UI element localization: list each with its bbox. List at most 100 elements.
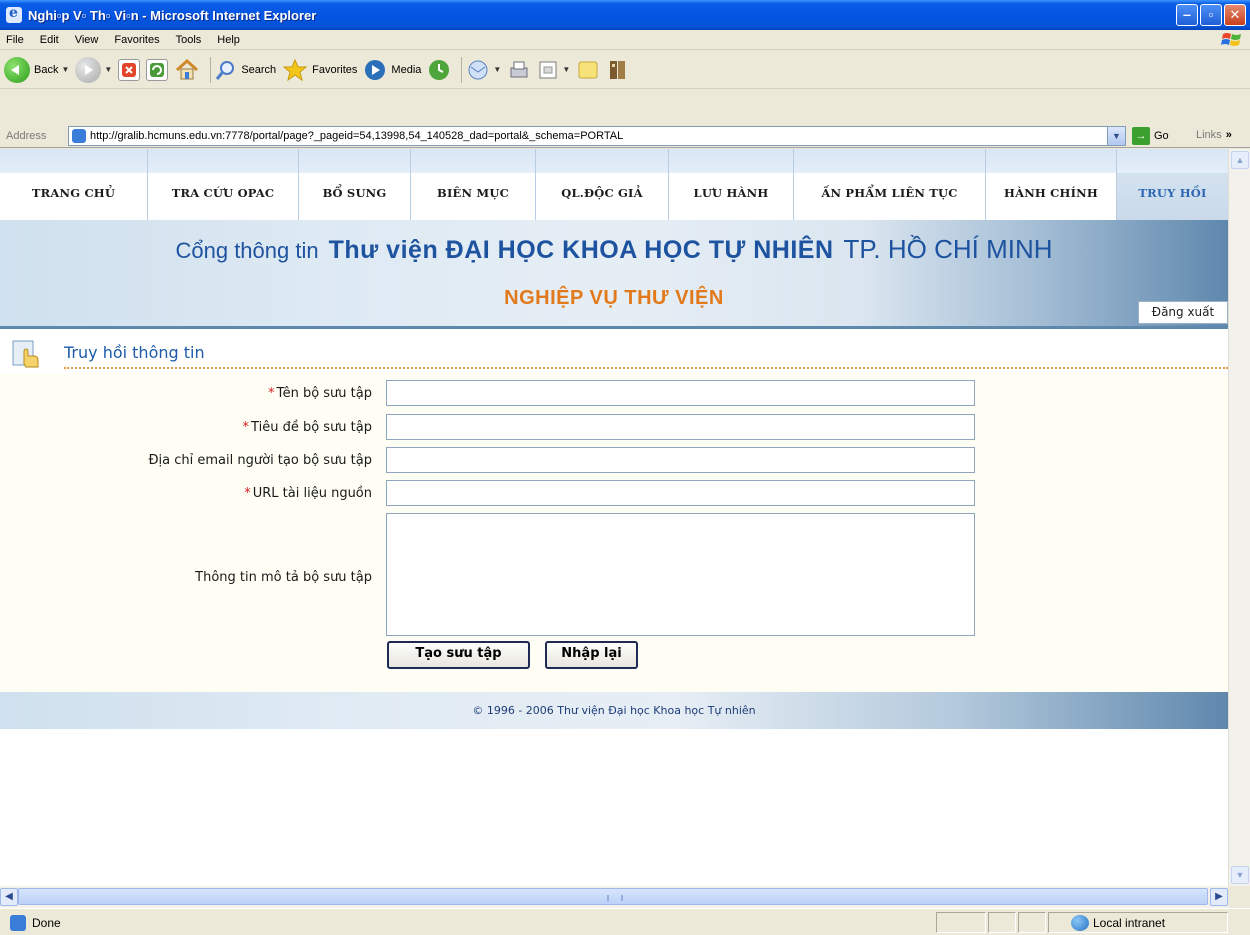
back-dropdown-icon[interactable]: ▼ xyxy=(61,65,69,74)
edit-page-icon xyxy=(539,61,557,78)
section-header: Truy hồi thông tin xyxy=(0,326,1228,374)
menu-help[interactable]: Help xyxy=(209,34,248,46)
window-titlebar[interactable]: Nghi▫p V▫ Th▫ Vi▫n - Microsoft Internet … xyxy=(0,0,1250,30)
source-url-input[interactable] xyxy=(386,480,975,506)
tab-ql-doc-gia[interactable]: QL.ĐỘC GIẢ xyxy=(536,149,669,220)
zone-label: Local intranet xyxy=(1093,916,1166,930)
search-button[interactable]: Search xyxy=(215,59,276,81)
vertical-scrollbar[interactable]: ▲ ▼ xyxy=(1228,149,1250,886)
scroll-right-icon[interactable]: ▶ xyxy=(1210,888,1228,906)
main-nav: TRANG CHỦ TRA CỨU OPAC BỔ SUNG BIÊN MỤC … xyxy=(0,149,1228,220)
scroll-corner xyxy=(1228,886,1250,908)
intranet-globe-icon xyxy=(1071,915,1089,931)
source-url-label: * URL tài liệu nguồn xyxy=(244,486,372,501)
forward-dropdown-icon[interactable]: ▼ xyxy=(104,65,112,74)
mail-icon xyxy=(468,60,488,79)
description-textarea[interactable] xyxy=(386,513,975,636)
banner-prefix: Cổng thông tin xyxy=(175,238,319,263)
refresh-button[interactable] xyxy=(146,58,169,81)
pointing-hand-icon xyxy=(12,340,39,368)
go-arrow-icon: → xyxy=(1132,127,1150,145)
menu-bar: File Edit View Favorites Tools Help xyxy=(0,30,1250,50)
tab-bo-sung[interactable]: BỔ SUNG xyxy=(299,149,411,220)
scroll-grip xyxy=(607,895,623,901)
refresh-icon xyxy=(146,58,169,81)
tab-luu-hanh[interactable]: LƯU HÀNH xyxy=(669,149,794,220)
back-label: Back xyxy=(34,63,59,76)
search-label: Search xyxy=(241,63,277,76)
forward-arrow-icon xyxy=(75,56,102,83)
print-icon xyxy=(510,61,528,77)
scroll-left-icon[interactable]: ◀ xyxy=(0,888,18,906)
maximize-button[interactable]: ▫ xyxy=(1200,4,1222,26)
tab-an-pham-lien-tuc[interactable]: ẤN PHẨM LIÊN TỤC xyxy=(794,149,986,220)
horizontal-scrollbar[interactable]: ◀ ▶ xyxy=(0,886,1228,908)
history-button[interactable] xyxy=(427,58,451,82)
menu-file[interactable]: File xyxy=(0,34,32,46)
tab-label: BỔ SUNG xyxy=(322,186,387,200)
menu-favorites[interactable]: Favorites xyxy=(106,34,167,46)
creator-email-label: Địa chỉ email người tạo bộ sưu tập xyxy=(148,453,372,468)
status-pane xyxy=(936,912,986,933)
mail-dropdown-icon[interactable]: ▼ xyxy=(493,65,501,74)
messenger-button[interactable] xyxy=(606,58,630,82)
required-mark: * xyxy=(244,486,251,501)
collection-name-label: * Tên bộ sưu tập xyxy=(268,386,372,401)
scroll-down-icon[interactable]: ▼ xyxy=(1231,866,1249,884)
stop-button[interactable] xyxy=(118,58,141,81)
page-content: TRANG CHỦ TRA CỨU OPAC BỔ SUNG BIÊN MỤC … xyxy=(0,149,1228,886)
discuss-button[interactable] xyxy=(576,59,600,81)
favorites-label: Favorites xyxy=(312,63,358,76)
go-label: Go xyxy=(1154,130,1169,142)
search-icon xyxy=(216,60,235,80)
media-icon xyxy=(365,59,386,80)
required-mark: * xyxy=(242,420,250,435)
forward-button[interactable]: ▼ xyxy=(75,56,112,83)
tab-truy-hoi[interactable]: TRUY HỒI xyxy=(1117,149,1228,220)
logout-button[interactable]: Đăng xuất xyxy=(1138,301,1228,324)
horizontal-scroll-thumb[interactable] xyxy=(18,888,1208,905)
collection-title-input[interactable] xyxy=(386,414,975,440)
tab-bien-muc[interactable]: BIÊN MỤC xyxy=(411,149,536,220)
edit-dropdown-icon[interactable]: ▼ xyxy=(562,65,570,74)
collection-name-input[interactable] xyxy=(386,380,975,406)
scroll-up-icon[interactable]: ▲ xyxy=(1231,151,1249,169)
home-button[interactable] xyxy=(174,57,200,83)
menu-edit[interactable]: Edit xyxy=(32,34,67,46)
status-pane xyxy=(1018,912,1046,933)
menu-view[interactable]: View xyxy=(67,34,107,46)
media-button[interactable]: Media xyxy=(363,58,421,82)
tab-label: ẤN PHẨM LIÊN TỤC xyxy=(821,186,958,200)
print-button[interactable] xyxy=(507,59,531,81)
section-divider xyxy=(0,326,1228,329)
back-arrow-icon xyxy=(4,56,30,83)
address-dropdown-icon[interactable]: ▼ xyxy=(1107,127,1125,145)
banner-main: Thư viện ĐẠI HỌC KHOA HỌC TỰ NHIÊN xyxy=(328,236,834,264)
go-button[interactable]: → Go xyxy=(1132,127,1169,145)
close-button[interactable]: ✕ xyxy=(1224,4,1246,26)
address-input[interactable]: http://gralib.hcmuns.edu.vn:7778/portal/… xyxy=(68,126,1126,146)
tab-hanh-chinh[interactable]: HÀNH CHÍNH xyxy=(986,149,1117,220)
status-pane xyxy=(988,912,1016,933)
mail-button[interactable]: ▼ xyxy=(466,59,501,81)
page-done-icon xyxy=(10,915,26,931)
tab-trang-chu[interactable]: TRANG CHỦ xyxy=(0,149,148,220)
toolbar-separator xyxy=(461,56,463,83)
edit-button[interactable]: ▼ xyxy=(537,59,570,81)
address-url[interactable]: http://gralib.hcmuns.edu.vn:7778/portal/… xyxy=(90,130,623,142)
tab-label: TRANG CHỦ xyxy=(31,186,116,200)
tab-tra-cuu-opac[interactable]: TRA CỨU OPAC xyxy=(148,149,299,220)
back-button[interactable]: Back ▼ xyxy=(4,56,69,83)
favorites-button[interactable]: Favorites xyxy=(282,58,357,82)
address-label: Address xyxy=(6,129,47,142)
field-label: URL tài liệu nguồn xyxy=(252,486,372,501)
links-button[interactable]: Links» xyxy=(1196,129,1232,141)
creator-email-input[interactable] xyxy=(386,447,975,473)
address-bar: Address http://gralib.hcmuns.edu.vn:7778… xyxy=(0,124,1250,148)
status-text: Done xyxy=(10,915,61,931)
reset-button[interactable]: Nhập lại xyxy=(545,641,638,669)
minimize-button[interactable]: ‒ xyxy=(1176,4,1198,26)
create-collection-button[interactable]: Tạo sưu tập xyxy=(387,641,530,669)
nav-tabs: TRANG CHỦ TRA CỨU OPAC BỔ SUNG BIÊN MỤC … xyxy=(0,149,1228,220)
menu-tools[interactable]: Tools xyxy=(168,34,210,46)
